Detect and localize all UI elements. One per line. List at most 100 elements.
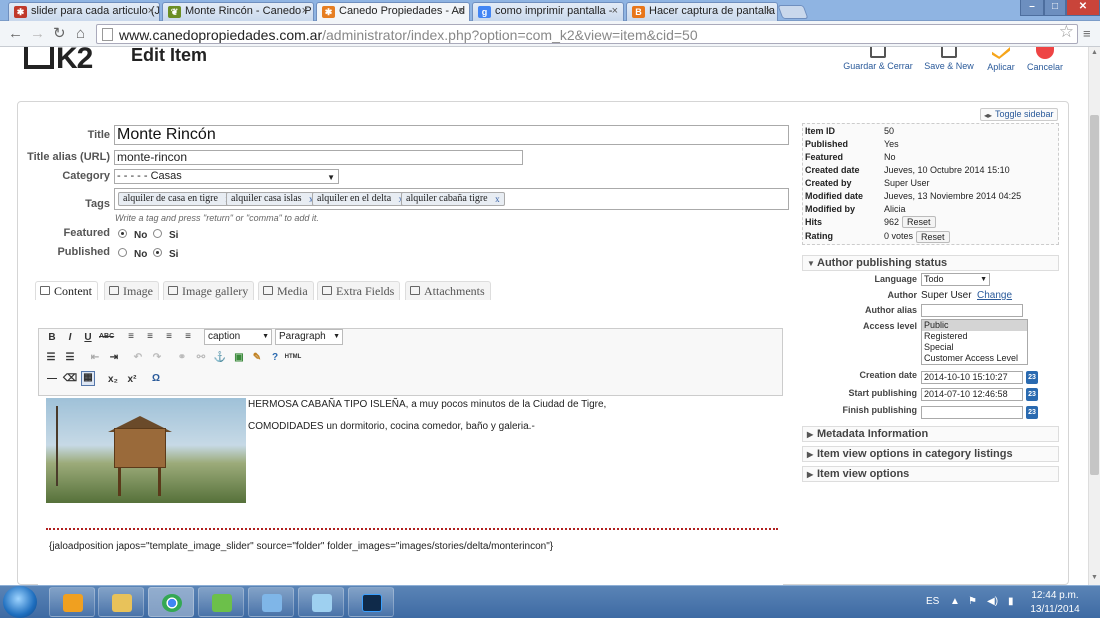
metadata-header[interactable]: ▶ Metadata Information xyxy=(802,426,1059,442)
horizontal-rule-icon[interactable]: — xyxy=(45,373,59,384)
align-left-icon[interactable]: ≡ xyxy=(124,331,138,342)
unlink-icon[interactable]: ⚯ xyxy=(194,352,208,363)
tags-input[interactable]: alquiler de casa en tigrex alquiler casa… xyxy=(114,188,789,210)
help-icon[interactable]: ? xyxy=(268,352,282,363)
align-justify-icon[interactable]: ≡ xyxy=(181,331,195,342)
start-button[interactable] xyxy=(3,586,37,618)
scroll-down-icon[interactable]: ▼ xyxy=(1090,574,1099,581)
browser-tab-2[interactable]: ❦ Monte Rincón - Canedo P × xyxy=(162,2,314,21)
volume-icon[interactable]: ◀) xyxy=(987,596,998,607)
align-center-icon[interactable]: ≡ xyxy=(143,331,157,342)
alias-input[interactable]: monte-rincon xyxy=(114,150,523,165)
flag-icon[interactable]: ⚑ xyxy=(968,596,977,607)
bold-button[interactable]: B xyxy=(45,332,59,343)
maximize-icon[interactable]: □ xyxy=(1044,0,1066,16)
browser-tab-3-active[interactable]: ✱ Canedo Propiedades - Ad × xyxy=(316,2,470,22)
superscript-button[interactable]: x² xyxy=(125,374,139,385)
browser-tab-1[interactable]: ✱ slider para cada articulo (J × xyxy=(8,2,160,21)
photoshop-icon[interactable] xyxy=(348,587,394,617)
image-viewer-icon[interactable] xyxy=(248,587,294,617)
undo-icon[interactable]: ↶ xyxy=(131,352,145,363)
published-no-radio[interactable] xyxy=(118,248,127,257)
anchor-icon[interactable]: ⚓ xyxy=(213,352,227,363)
media-player-icon[interactable] xyxy=(49,587,95,617)
item-view-options-header[interactable]: ▶ Item view options xyxy=(802,466,1059,482)
finish-publishing-input[interactable] xyxy=(921,406,1023,419)
remove-format-icon[interactable]: ⌫ xyxy=(63,373,77,384)
tab-image[interactable]: Image xyxy=(104,281,159,300)
outdent-icon[interactable]: ⇤ xyxy=(88,352,102,363)
language-select[interactable]: Todo ▼ xyxy=(921,273,990,286)
clock-time[interactable]: 12:44 p.m. xyxy=(1025,590,1085,601)
tray-expand-icon[interactable]: ▲ xyxy=(950,596,960,607)
close-icon[interactable]: × xyxy=(302,5,308,17)
access-option[interactable]: Registered xyxy=(922,331,1027,342)
link-icon[interactable]: ⚭ xyxy=(175,352,189,363)
forward-icon[interactable]: → xyxy=(30,25,45,43)
reload-icon[interactable]: ↻ xyxy=(53,25,66,43)
calendar-icon[interactable]: 23 xyxy=(1026,388,1038,401)
browser-tab-4[interactable]: g como imprimir pantalla - × xyxy=(472,2,624,21)
page-scrollbar[interactable]: ▲ ▼ xyxy=(1088,47,1100,585)
align-right-icon[interactable]: ≡ xyxy=(162,331,176,342)
notes-app-icon[interactable] xyxy=(298,587,344,617)
tab-media[interactable]: Media xyxy=(258,281,314,300)
apply-button[interactable]: Aplicar xyxy=(984,47,1018,72)
scroll-up-icon[interactable]: ▲ xyxy=(1090,49,1099,56)
author-publishing-header[interactable]: ▼ Author publishing status xyxy=(802,255,1059,271)
access-option[interactable]: Public xyxy=(922,320,1027,331)
access-level-list[interactable]: Public Registered Special Customer Acces… xyxy=(921,319,1028,365)
access-option[interactable]: Special xyxy=(922,342,1027,353)
featured-si-radio[interactable] xyxy=(153,229,162,238)
visual-aid-icon[interactable]: ▦ xyxy=(81,371,95,386)
reset-hits-button[interactable]: Reset xyxy=(902,216,936,228)
minimize-icon[interactable]: – xyxy=(1020,0,1044,16)
bullet-list-icon[interactable]: ☰ xyxy=(44,352,58,363)
battery-icon[interactable]: ▮ xyxy=(1008,596,1014,607)
author-alias-input[interactable] xyxy=(921,304,1023,317)
numbered-list-icon[interactable]: ☰ xyxy=(63,352,77,363)
close-icon[interactable]: × xyxy=(766,5,772,17)
home-icon[interactable]: ⌂ xyxy=(76,25,85,43)
url-input[interactable]: www.canedopropiedades.com.ar/administrat… xyxy=(96,24,1078,44)
menu-icon[interactable]: ≡ xyxy=(1083,25,1091,43)
clock-date[interactable]: 13/11/2014 xyxy=(1025,604,1085,615)
network-app-icon[interactable] xyxy=(198,587,244,617)
strikethrough-button[interactable]: ABC xyxy=(99,333,114,340)
save-new-button[interactable]: Save & New xyxy=(922,47,976,71)
bookmark-star-icon[interactable]: ☆ xyxy=(1059,22,1074,42)
item-view-category-header[interactable]: ▶ Item view options in category listings xyxy=(802,446,1059,462)
insert-image-icon[interactable]: ▣ xyxy=(232,352,246,363)
save-close-button[interactable]: Guardar & Cerrar xyxy=(842,47,914,71)
style-select[interactable]: caption ▼ xyxy=(204,329,272,345)
toggle-sidebar-button[interactable]: ◂▸ Toggle sidebar xyxy=(980,108,1058,121)
format-select[interactable]: Paragraph ▼ xyxy=(275,329,343,345)
cleanup-icon[interactable]: ✎ xyxy=(250,352,264,363)
window-close-icon[interactable]: ✕ xyxy=(1066,0,1100,16)
scrollbar-thumb[interactable] xyxy=(1090,115,1099,475)
close-icon[interactable]: × xyxy=(148,5,154,17)
featured-no-radio[interactable] xyxy=(118,229,127,238)
tag-remove-icon[interactable]: x xyxy=(495,193,500,205)
italic-button[interactable]: I xyxy=(63,332,77,343)
tab-content[interactable]: Content xyxy=(35,281,98,300)
new-tab-button[interactable] xyxy=(777,5,809,19)
calendar-icon[interactable]: 23 xyxy=(1026,406,1038,419)
language-indicator[interactable]: ES xyxy=(926,596,939,607)
access-option[interactable]: Customer Access Level xyxy=(922,353,1027,364)
browser-tab-5[interactable]: B Hacer captura de pantalla × xyxy=(626,2,778,21)
tab-attachments[interactable]: Attachments xyxy=(405,281,491,300)
title-input[interactable]: Monte Rincón xyxy=(114,125,789,145)
chrome-icon[interactable] xyxy=(148,587,194,617)
indent-icon[interactable]: ⇥ xyxy=(107,352,121,363)
underline-button[interactable]: U xyxy=(81,332,95,343)
tab-extra-fields[interactable]: Extra Fields xyxy=(317,281,401,300)
special-char-button[interactable]: Ω xyxy=(149,373,163,384)
reset-rating-button[interactable]: Reset xyxy=(916,231,950,243)
back-icon[interactable]: ← xyxy=(8,25,23,43)
html-source-button[interactable]: HTML xyxy=(284,354,302,360)
change-author-link[interactable]: Change xyxy=(977,290,1012,301)
explorer-folder-icon[interactable] xyxy=(98,587,144,617)
published-si-radio[interactable] xyxy=(153,248,162,257)
close-icon[interactable]: × xyxy=(612,5,618,17)
